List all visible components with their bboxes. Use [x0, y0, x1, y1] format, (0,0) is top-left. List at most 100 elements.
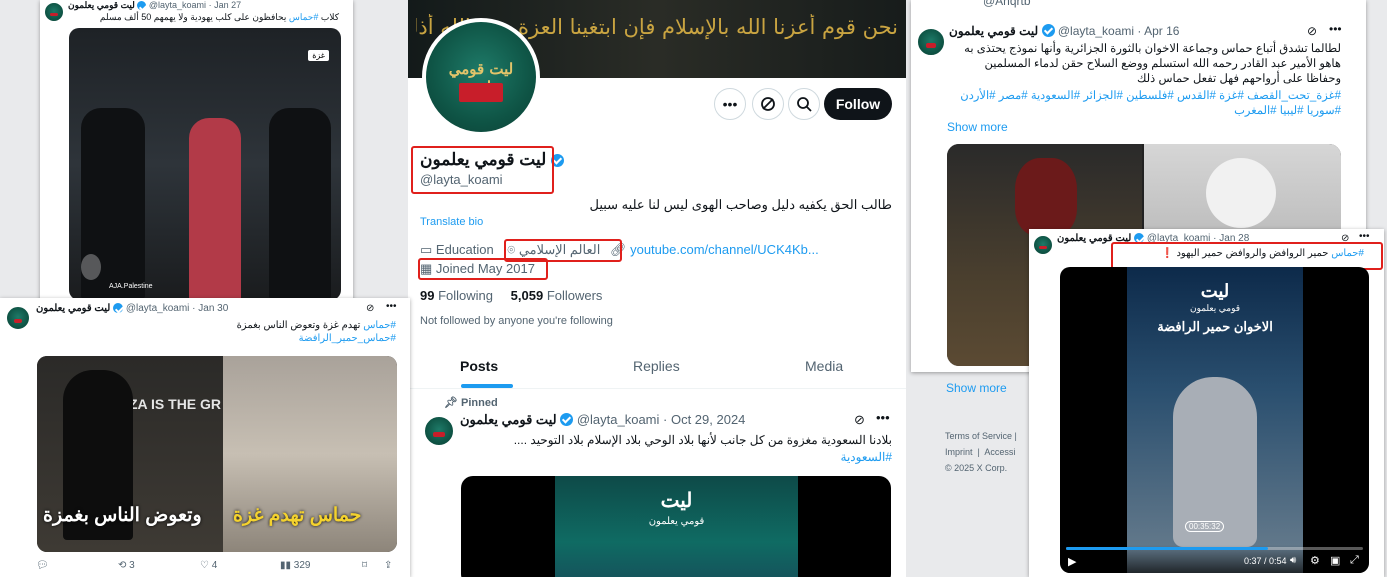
verified-icon	[137, 1, 147, 10]
tweet-avatar[interactable]	[44, 2, 64, 22]
pin-icon: 📌︎	[444, 397, 458, 409]
like-button[interactable]: ♡ 4	[200, 560, 217, 571]
tweet-more-icon[interactable]: •••	[1359, 231, 1370, 242]
views-icon: ▮▮	[280, 560, 292, 571]
more-options-button[interactable]: •••	[714, 88, 746, 120]
show-more-link[interactable]: Show more	[947, 120, 1008, 134]
tab-media[interactable]: Media	[805, 358, 843, 374]
subscribe-button[interactable]	[752, 88, 784, 120]
tweet-avatar[interactable]	[6, 306, 30, 330]
tweet-more-icon[interactable]: •••	[386, 301, 397, 312]
video-progress[interactable]	[1066, 547, 1363, 550]
video-brand-sub: قومي يعلمون	[1189, 303, 1241, 313]
tweet-header: ليت قومي يعلمون @layta_koami · Jan 30	[36, 303, 228, 314]
tweet-handle[interactable]: @layta_koami	[149, 0, 206, 10]
views-button[interactable]: ▮▮ 329	[280, 560, 310, 571]
followers-count: 5,059	[510, 288, 544, 303]
aljazeera-logo-icon	[81, 254, 101, 280]
tweet-author[interactable]: ليت قومي يعلمون	[949, 24, 1038, 38]
tweet-jan28-panel[interactable]: ليت قومي يعلمون @layta_koami · Jan 28 ⊘ …	[1029, 229, 1384, 577]
tweet-hashtags-1[interactable]: #غزة_تحت_القصف #غزة #القدس #فلسطين #الجز…	[947, 89, 1341, 104]
tweet-media[interactable]: ليت قومي يعلمون	[461, 476, 891, 577]
tweet-author[interactable]: ليت قومي يعلمون	[460, 412, 557, 427]
tweet-video[interactable]: ليت قومي يعلمون الاخوان حمير الرافضة 00:…	[1060, 267, 1369, 573]
pinned-tweet[interactable]: 📌︎ Pinned ليت قومي يعلمون @layta_koami ·…	[408, 390, 906, 577]
grok-icon[interactable]: ⊘	[1307, 24, 1317, 38]
website-link[interactable]: youtube.com/channel/UCK4Kb...	[630, 242, 819, 257]
fullscreen-icon[interactable]: ⤢	[1350, 554, 1359, 567]
followers-link[interactable]: 5,059 Followers	[511, 288, 603, 303]
tweet-more-icon[interactable]: •••	[1329, 22, 1342, 36]
like-count: 4	[211, 560, 218, 571]
tweet-text-line1: #حماس تهدم غزة وتعوض الناس بغمزة	[36, 320, 396, 331]
terms-link[interactable]: Terms of Service	[945, 431, 1012, 441]
divider: |	[1014, 431, 1017, 441]
briefcase-icon: ▭	[420, 242, 433, 257]
tweet-jan30-panel[interactable]: ليت قومي يعلمون @layta_koami · Jan 30 ⊘ …	[0, 298, 410, 577]
retweet-button[interactable]: ⟲ 3	[118, 560, 135, 571]
tab-posts[interactable]: Posts	[460, 358, 498, 374]
tweet-header: ليت قومي يعلمون @layta_koami · Oct 29, 2…	[460, 412, 745, 428]
video-frame: ليت قومي يعلمون الاخوان حمير الرافضة 00:…	[1127, 267, 1303, 573]
share-icon[interactable]: ⇪	[384, 560, 392, 571]
heart-icon: ♡	[200, 560, 209, 571]
tweet-hashtags-2[interactable]: #سوريا #ليبيا #المغرب	[947, 104, 1341, 119]
grok-icon[interactable]: ⊘	[854, 412, 865, 428]
profile-avatar[interactable]: ليت قومي يعلمون	[422, 18, 540, 136]
bookmark-icon[interactable]: ⌑	[362, 560, 367, 571]
avatar-logo-text: ليت قومي يعلمون	[448, 60, 514, 96]
follow-button[interactable]: Follow	[824, 88, 892, 120]
tweet-date[interactable]: · Jan 27	[209, 0, 242, 10]
following-count: 99	[420, 288, 435, 303]
followers-label: Followers	[546, 288, 603, 303]
verified-icon	[1041, 24, 1055, 37]
tweet-text: بلادنا السعودية مغزوة من كل جانب لأنها ب…	[513, 433, 892, 447]
grok-icon[interactable]: ⊘	[366, 303, 374, 314]
tweet-video[interactable]: غزة AJA.Palestine	[69, 28, 341, 300]
video-progress-fill	[1066, 547, 1268, 550]
tweet-avatar[interactable]	[917, 28, 945, 56]
imprint-link[interactable]: Imprint	[945, 447, 973, 457]
pinned-label-text: Pinned	[461, 397, 498, 409]
tweet-date[interactable]: · Oct 29, 2024	[663, 412, 745, 427]
tab-posts-underline	[461, 384, 513, 388]
tweet-hashtag[interactable]: #حماس	[363, 320, 396, 331]
accessibility-link[interactable]: Accessi	[984, 447, 1015, 457]
volume-icon[interactable]: 🔊︎	[1290, 555, 1296, 566]
video-clock: 00:35:32	[1185, 521, 1225, 532]
tweet-text-body: تهدم غزة وتعوض الناس بغمزة	[236, 320, 364, 331]
tweet-jan27-panel[interactable]: ليت قومي يعلمون @layta_koami · Jan 27 كل…	[40, 0, 353, 306]
following-link[interactable]: 99 Following	[420, 288, 493, 303]
head-shape	[1015, 158, 1077, 236]
more-icon: •••	[722, 96, 738, 112]
tweet-date[interactable]: · Apr 16	[1137, 24, 1179, 38]
tweet-author[interactable]: ليت قومي يعلمون	[68, 0, 135, 10]
tweet-handle[interactable]: @layta_koami	[1058, 24, 1134, 38]
tweet-handle[interactable]: @layta_koami	[577, 412, 660, 427]
tweet-text-pre: كلاب	[318, 12, 339, 22]
tweet-date[interactable]: · Jan 30	[192, 303, 228, 314]
settings-icon[interactable]: ⚙	[1310, 554, 1320, 567]
tweet-text-line2[interactable]: #حماس_حمير_الرافضة	[36, 333, 396, 344]
play-icon[interactable]: ▶	[1068, 555, 1076, 568]
video-brand: ليت	[1200, 281, 1230, 302]
translate-bio-link[interactable]: Translate bio	[420, 216, 483, 228]
tweet-media[interactable]: ZA IS THE GR وتعوض الناس بغمزة حماس تهدم…	[37, 356, 397, 552]
tweet-author[interactable]: ليت قومي يعلمون	[36, 303, 110, 314]
tweet-avatar[interactable]	[424, 416, 454, 446]
tab-replies[interactable]: Replies	[633, 358, 680, 374]
head-shape	[1206, 158, 1276, 228]
search-profile-button[interactable]	[788, 88, 820, 120]
following-label: Following	[438, 288, 494, 303]
pip-icon[interactable]: ▣	[1330, 554, 1340, 567]
tweet-avatar[interactable]	[1033, 235, 1053, 255]
retweet-icon: ⟲	[118, 560, 127, 571]
tweet-hashtag[interactable]: #حماس	[289, 12, 319, 22]
reply-icon[interactable]: 💬︎	[36, 560, 49, 571]
highlight-name-box	[411, 146, 554, 194]
caption-left: وتعوض الناس بغمزة	[43, 505, 202, 526]
tweet-more-icon[interactable]: •••	[876, 410, 890, 425]
tweet-hashtag[interactable]: #السعودية	[460, 450, 892, 464]
show-more-link-2[interactable]: Show more	[946, 381, 1007, 395]
tweet-handle[interactable]: @layta_koami	[126, 303, 190, 314]
